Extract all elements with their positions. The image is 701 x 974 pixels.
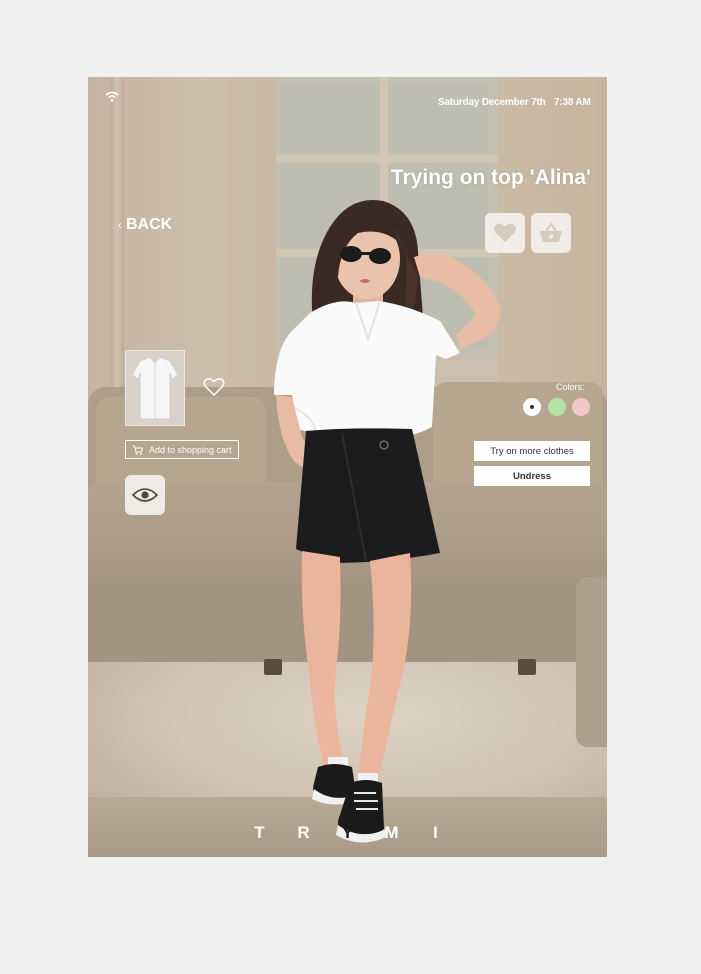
shirt-thumbnail[interactable] — [125, 350, 185, 426]
try-more-clothes-button[interactable]: Try on more clothes — [474, 441, 590, 461]
cart-icon — [132, 445, 143, 455]
favorite-button[interactable] — [485, 213, 525, 253]
back-button[interactable]: ‹ BACK — [118, 216, 172, 234]
heart-icon — [494, 223, 516, 242]
colors-label: Colors: — [556, 382, 585, 392]
color-swatch-green[interactable] — [548, 398, 566, 416]
brand-letter: M — [384, 823, 399, 842]
page-title: Trying on top 'Alina' — [390, 166, 591, 189]
chevron-left-icon: ‹ — [118, 218, 122, 232]
brand-letter: R — [297, 823, 310, 842]
wifi-icon — [105, 91, 119, 102]
preview-toggle-button[interactable] — [125, 475, 165, 515]
heart-outline-icon[interactable] — [203, 377, 225, 397]
brand-letter: I — [433, 823, 438, 842]
eye-icon — [132, 488, 158, 502]
back-label: BACK — [126, 216, 173, 233]
basket-button[interactable] — [531, 213, 571, 253]
fitting-room-screen: Saturday December 7th 7:38 AM Trying on … — [88, 77, 607, 857]
brand-letter: Y — [341, 823, 354, 842]
add-to-cart-label: Add to shopping cart — [149, 444, 232, 455]
color-swatch-white[interactable] — [523, 398, 541, 416]
status-time: 7:38 AM — [554, 97, 591, 108]
basket-icon — [540, 222, 562, 242]
undress-button[interactable]: Undress — [474, 466, 590, 486]
add-to-cart-button[interactable]: Add to shopping cart — [125, 440, 239, 459]
color-swatch-pink[interactable] — [572, 398, 590, 416]
brand-logo: TRYMI — [88, 823, 607, 843]
brand-letter: T — [254, 823, 265, 842]
status-date: Saturday December 7th — [438, 97, 546, 108]
shirt-icon — [131, 356, 179, 420]
